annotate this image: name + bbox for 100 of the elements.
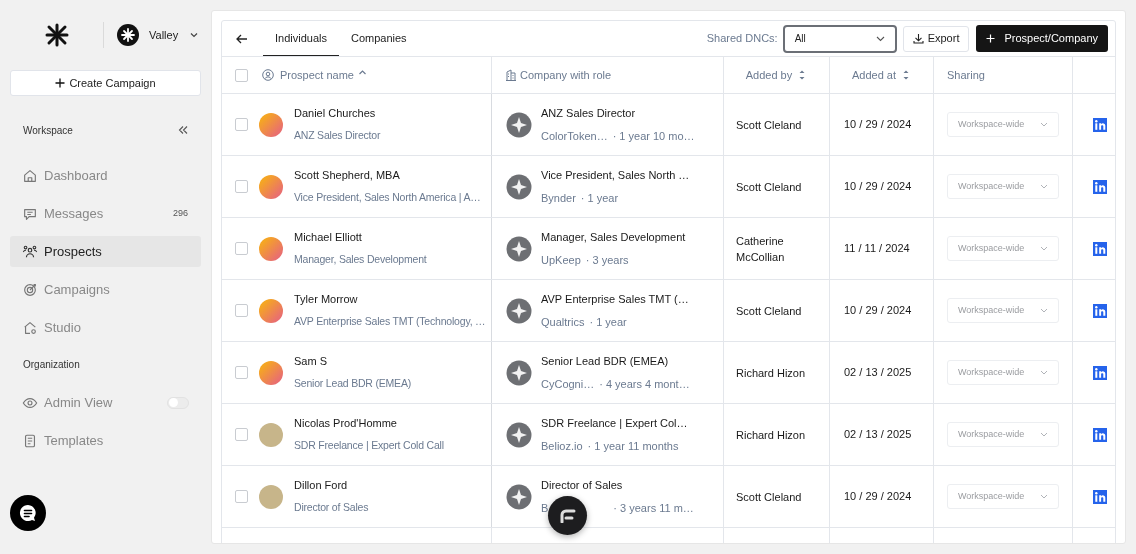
photo-placeholder (259, 484, 283, 509)
sidebar-item[interactable]: Templates (10, 425, 201, 456)
sharing-select[interactable]: Workspace-wide (947, 422, 1059, 447)
company-name[interactable]: Belioz.io (541, 437, 583, 454)
sharing-select[interactable]: Workspace-wide (947, 174, 1059, 199)
target-icon (22, 281, 38, 298)
company-name[interactable]: B (541, 499, 549, 516)
linkedin-icon (1093, 427, 1107, 442)
checkbox[interactable] (235, 118, 248, 131)
app-logo-icon (559, 508, 576, 523)
download-icon (912, 33, 924, 44)
sidebar-item[interactable]: Prospects (10, 236, 201, 267)
linkedin-icon (1093, 117, 1107, 132)
job-tenure: · 1 year (589, 314, 627, 330)
company-name[interactable]: UpKeep (541, 251, 581, 268)
create-campaign-button[interactable]: Create Campaign (10, 70, 201, 96)
checkbox[interactable] (235, 304, 248, 317)
sidebar-item[interactable]: Messages 296 (10, 198, 201, 229)
company-logo-icon (506, 173, 532, 200)
plus-icon (55, 78, 66, 88)
home-icon (22, 167, 38, 184)
linkedin-icon (1093, 179, 1107, 194)
prospect-headline: ANZ Sales Director (294, 127, 381, 143)
column-header: Prospect name (280, 67, 354, 83)
added-date: 10 / 29 / 2024 (844, 489, 912, 505)
checkbox[interactable] (235, 242, 248, 255)
sharing-select[interactable]: Workspace-wide (947, 360, 1059, 385)
logo-icon (43, 23, 70, 47)
prospect-name[interactable]: Tyler Morrow (294, 291, 486, 308)
sidebar-item[interactable]: Campaigns (10, 274, 201, 305)
column-header: Company with role (520, 67, 612, 83)
sort-icon (902, 69, 911, 81)
checkbox[interactable] (235, 68, 248, 82)
admin-view-toggle[interactable] (167, 396, 189, 409)
building-icon (506, 69, 516, 81)
company-logo-icon (506, 483, 532, 510)
sharing-select[interactable]: Workspace-wide (947, 236, 1059, 261)
linkedin-icon (1093, 365, 1107, 380)
chevron-down-icon (1040, 122, 1048, 127)
checkbox[interactable] (235, 180, 248, 193)
company-name[interactable]: Bynder (541, 189, 576, 206)
linkedin-icon (1093, 489, 1107, 504)
prospect-name[interactable]: Daniel Churches (294, 105, 381, 122)
added-by: Richard Hizon (736, 365, 807, 381)
section-label: Workspace (23, 123, 73, 138)
chat-icon (18, 503, 38, 523)
plus-icon (986, 34, 996, 43)
job-tenure: · 3 years (585, 252, 629, 268)
sidebar-item[interactable]: Dashboard (10, 160, 201, 191)
prospect-name[interactable]: Sam S (294, 353, 411, 370)
added-by: Scott Cleland (736, 489, 803, 505)
back-arrow-icon[interactable] (236, 33, 248, 44)
prospect-headline: Director of Sales (294, 499, 369, 515)
company-name[interactable]: ColorToken… (541, 127, 608, 144)
section-label: Organization (23, 357, 80, 372)
company-logo-icon (506, 359, 532, 386)
prospect-headline: SDR Freelance | Expert Cold Call (294, 437, 444, 453)
checkbox[interactable] (235, 428, 248, 441)
chevron-down-icon (1040, 184, 1048, 189)
sharing-select[interactable]: Workspace-wide (947, 298, 1059, 323)
avatar (259, 298, 283, 323)
column-header: Added at (851, 67, 896, 83)
job-role: Manager, Sales Development (541, 230, 686, 245)
avatar (259, 360, 283, 385)
checkbox[interactable] (235, 490, 248, 503)
company-name[interactable]: Qualtrics (541, 313, 585, 330)
prospect-name[interactable]: Dillon Ford (294, 477, 369, 494)
job-role: Senior Lead BDR (EMEA) (541, 354, 670, 369)
chevron-down-icon (1040, 308, 1048, 313)
job-role: Vice President, Sales North … (541, 168, 690, 183)
avatar (259, 236, 283, 261)
sharing-select[interactable]: Workspace-wide (947, 112, 1059, 137)
sharing-select[interactable]: Workspace-wide (947, 484, 1059, 509)
chat-button[interactable] (10, 495, 46, 531)
sidebar-item[interactable]: Studio (10, 312, 201, 343)
user-circle-icon (262, 69, 274, 81)
company-logo-icon (506, 111, 532, 138)
prospect-name[interactable]: Scott Shepherd, MBA (294, 167, 481, 184)
prospect-name[interactable]: Nicolas Prod'Homme (294, 415, 444, 432)
column-header: Added by (745, 67, 793, 83)
export-button[interactable]: Export (902, 25, 970, 52)
checkbox[interactable] (235, 366, 248, 379)
job-tenure: · 3 years 11 m… (613, 500, 694, 516)
avatar (259, 174, 283, 199)
job-role: SDR Freelance | Expert Col… (541, 416, 688, 431)
photo-placeholder (259, 422, 283, 447)
job-tenure: · 1 year 10 mo… (612, 128, 695, 144)
tab[interactable]: Individuals (263, 21, 339, 56)
workspace-switcher[interactable]: Valley (117, 24, 199, 46)
add-prospect-company-button[interactable]: Prospect/Company (976, 25, 1108, 52)
sidebar-item[interactable]: Admin View (10, 387, 201, 418)
job-role: Director of Sales (541, 478, 624, 493)
company-logo-icon (506, 297, 532, 324)
home-gear-icon (22, 319, 38, 336)
avatar (259, 112, 283, 137)
prospect-name[interactable]: Michael Elliott (294, 229, 427, 246)
job-tenure: · 1 year 11 months (587, 438, 679, 454)
shared-dncs-select[interactable]: All (782, 24, 897, 53)
tab[interactable]: Companies (339, 21, 419, 56)
company-name[interactable]: CyCogni… (541, 375, 595, 392)
